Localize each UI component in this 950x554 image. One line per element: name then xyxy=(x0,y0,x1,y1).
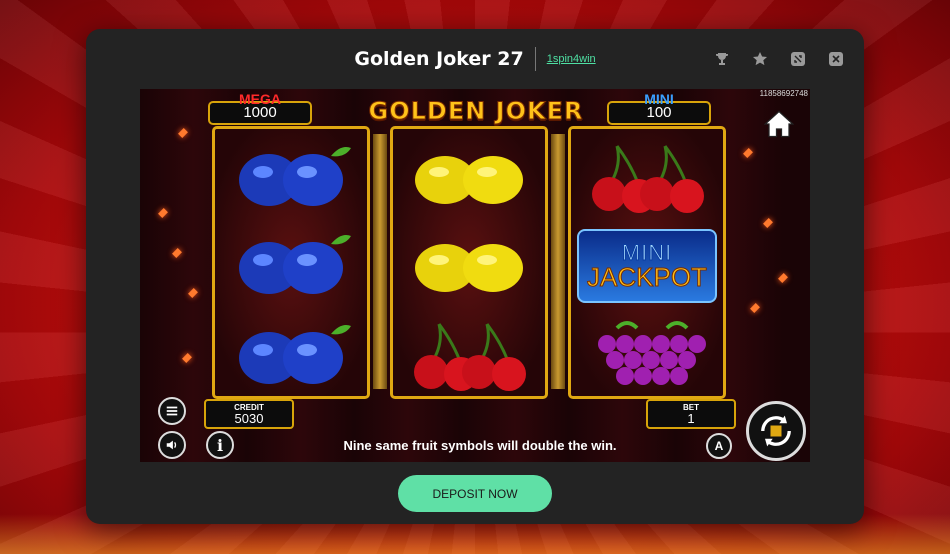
reel-divider xyxy=(373,134,387,389)
mini-jackpot-box: MINI 100 xyxy=(607,91,711,125)
game-modal: Golden Joker 27 1spin4win MEGA 1000 GOLD… xyxy=(86,29,864,524)
credit-box: CREDIT 5030 xyxy=(204,399,294,429)
mini-jackpot-symbol: MINI JACKPOT xyxy=(571,221,723,311)
menu-icon xyxy=(166,406,178,416)
lemon-symbol xyxy=(393,131,545,221)
trophy-icon[interactable] xyxy=(712,49,732,69)
sparkle xyxy=(188,288,198,298)
cherry-symbol xyxy=(393,309,545,399)
reel-2 xyxy=(390,126,548,399)
info-button[interactable]: i xyxy=(206,431,234,459)
spin-icon xyxy=(761,415,791,447)
bet-value: 1 xyxy=(687,411,695,426)
game-area[interactable]: MEGA 1000 GOLDEN JOKER 27 MINI 100 11858… xyxy=(140,89,810,462)
menu-button[interactable] xyxy=(158,397,186,425)
fullscreen-icon[interactable] xyxy=(788,49,808,69)
cherry-symbol xyxy=(571,131,723,221)
info-icon: i xyxy=(216,435,224,455)
sparkle xyxy=(743,148,753,158)
mini-label: MINI xyxy=(644,91,674,107)
star-icon[interactable] xyxy=(750,49,770,69)
plum-symbol xyxy=(215,219,367,309)
game-id: 11858692748 xyxy=(759,89,808,98)
sparkle xyxy=(178,128,188,138)
game-title: Golden Joker 27 xyxy=(354,48,524,70)
mini-jackpot-word2: JACKPOT xyxy=(587,261,708,292)
home-button[interactable] xyxy=(762,107,796,141)
sound-button[interactable] xyxy=(158,431,186,459)
speaker-icon xyxy=(166,440,177,450)
grape-symbol xyxy=(571,309,723,399)
deposit-button[interactable]: DEPOSIT NOW xyxy=(398,475,552,512)
lemon-symbol xyxy=(393,219,545,309)
header-icons xyxy=(712,49,846,69)
home-icon xyxy=(764,110,794,138)
credit-value: 5030 xyxy=(234,411,264,426)
spin-button[interactable] xyxy=(746,401,806,461)
sparkle xyxy=(750,303,760,313)
autoplay-button[interactable]: A xyxy=(706,433,732,459)
win-message: Nine same fruit symbols will double the … xyxy=(343,438,617,453)
sparkle xyxy=(172,248,182,258)
reel-3: MINI JACKPOT xyxy=(568,126,726,399)
sparkle xyxy=(158,208,168,218)
reel-1 xyxy=(212,126,370,399)
plum-symbol xyxy=(215,131,367,221)
close-icon[interactable] xyxy=(826,49,846,69)
mega-label: MEGA xyxy=(239,91,281,107)
autoplay-icon: A xyxy=(714,439,724,453)
sparkle xyxy=(763,218,773,228)
bet-selector: ◀ 1 2 5 10 20 ▶ xyxy=(276,459,630,462)
header-divider xyxy=(534,47,536,71)
plum-symbol xyxy=(215,309,367,399)
mega-jackpot-box: MEGA 1000 xyxy=(208,91,312,125)
provider-link[interactable]: 1spin4win xyxy=(547,53,596,65)
bet-box: BET 1 xyxy=(646,399,736,429)
modal-header: Golden Joker 27 1spin4win xyxy=(86,29,864,89)
reel-divider xyxy=(551,134,565,389)
sparkle xyxy=(182,353,192,363)
sparkle xyxy=(778,273,788,283)
mini-jackpot-badge: MINI JACKPOT xyxy=(577,229,717,303)
